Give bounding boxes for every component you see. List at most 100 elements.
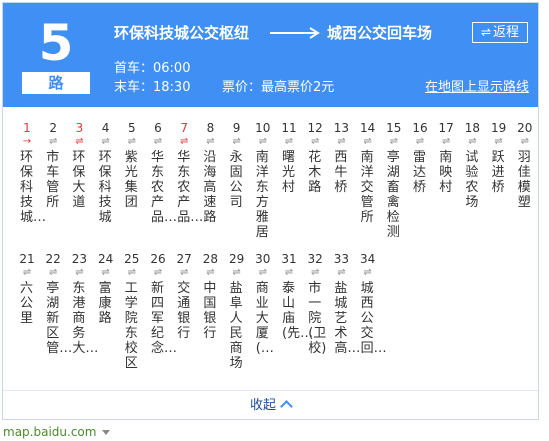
bidirectional-arrow-icon: ⇌ [153,267,163,278]
bus-stop-item[interactable]: 3 ⇌ 环保大道 [66,120,92,210]
stop-number: 18 [464,121,481,135]
stop-number: 6 [154,121,162,135]
bidirectional-arrow-icon: ⇌ [310,267,320,278]
bus-stop-item[interactable]: 32 ⇌ 市一院(卫校) [302,251,328,356]
stop-name: 盐阜人民商场 [229,281,243,371]
stop-name: 华东农产品… [151,150,178,225]
bus-stop-item[interactable]: 19 ⇌ 跃进桥 [486,120,512,195]
bus-stop-item[interactable]: 33 ⇌ 盐城艺术高… [328,251,361,356]
collapse-button[interactable]: 收起 [3,397,538,415]
stop-name: 花木路 [308,150,322,195]
bus-stop-item[interactable]: 2 ⇌ 市车管所 [40,120,66,210]
reverse-direction-button[interactable]: ⇌ 返程 [472,22,528,43]
stop-name: 紫光集团 [124,150,138,210]
bidirectional-arrow-icon: ⇌ [468,136,477,147]
stop-number: 31 [281,252,297,266]
bidirectional-arrow-icon: ⇌ [310,136,320,147]
bus-stop-item[interactable]: 1 → 环保科技城… [14,120,47,225]
stop-name: 跃进桥 [491,150,505,195]
bus-stop-item[interactable]: 11 ⇌ 曙光村 [276,120,302,195]
stop-name: 城西公交回… [360,281,387,356]
stop-name: 商业大厦(… [255,281,274,356]
bidirectional-arrow-icon: ⇌ [206,136,215,147]
bidirectional-arrow-icon: ⇌ [284,267,294,278]
stop-number: 14 [359,121,376,135]
stop-number: 19 [490,121,507,135]
bus-stop-item[interactable]: 22 ⇌ 亭湖新区管… [40,251,73,356]
bus-stop-item[interactable]: 12 ⇌ 花木路 [302,120,328,195]
bidirectional-arrow-icon: ⇌ [494,136,503,147]
stop-number: 32 [307,252,323,266]
bidirectional-arrow-icon: ⇌ [127,136,136,147]
stop-name: 东港商务大… [72,281,99,356]
bidirectional-arrow-icon: ⇌ [206,267,215,278]
stop-number: 20 [517,121,533,135]
bus-stop-item[interactable]: 20 ⇌ 羽佳模塑 [512,120,538,210]
bus-stop-item[interactable]: 5 ⇌ 紫光集团 [119,120,145,210]
bidirectional-arrow-icon: ⇌ [48,267,58,278]
bus-stop-item[interactable]: 16 ⇌ 雷达桥 [407,120,433,195]
stop-number: 29 [228,252,245,266]
bus-stop-item[interactable]: 31 ⇌ 泰山庙(先… [276,251,314,341]
bidirectional-arrow-icon: ⇌ [48,136,58,147]
footer: 收起 [3,390,538,421]
stop-name: 永固公司 [229,150,243,210]
show-on-map-link[interactable]: 在地图上显示路线 [425,79,529,97]
bus-stop-item[interactable]: 25 ⇌ 工学院东校区 [119,251,145,371]
bidirectional-arrow-icon: ⇌ [75,136,84,147]
bus-stop-item[interactable]: 15 ⇌ 亭湖畜禽检测 [381,120,407,240]
bus-stop-item[interactable]: 10 ⇌ 南洋东方雅居 [250,120,276,240]
stop-name: 亭湖畜禽检测 [386,150,400,240]
bus-stop-item[interactable]: 29 ⇌ 盐阜人民商场 [224,251,250,371]
source-link[interactable]: map.baidu.com [3,424,111,440]
stop-name: 环保大道 [72,150,86,210]
fare-info: 票价：最高票价2元 [222,80,335,95]
route-destination: 城西公交回车场 [327,24,433,42]
stop-number: 28 [202,252,219,266]
direction-arrow-icon: → [22,136,32,147]
collapse-label: 收起 [249,398,276,413]
bus-stop-item[interactable]: 4 ⇌ 环保科技城 [93,120,119,225]
stop-name: 南洋东方雅居 [255,150,269,240]
bus-stop-item[interactable]: 21 ⇌ 六公里 [14,251,40,326]
bus-stop-item[interactable]: 9 ⇌ 永固公司 [224,120,250,210]
bus-stop-item[interactable]: 23 ⇌ 东港商务大… [66,251,99,356]
bus-stop-item[interactable]: 8 ⇌ 沿海高速路 [197,120,223,225]
bus-stop-item[interactable]: 26 ⇌ 新四军纪念… [145,251,177,356]
line-header: 5 路 环保科技城公交枢纽 城西公交回车场 ⇌ 返程 首车：06:00 末车：18… [3,3,538,107]
bidirectional-arrow-icon: ⇌ [101,136,110,147]
bidirectional-arrow-icon: ⇌ [520,136,529,147]
first-bus-time: 首车：06:00 [114,61,191,76]
line-suffix: 路 [22,72,90,94]
stop-list: 1 → 环保科技城… 2 ⇌ 市车管所 3 ⇌ 环保大道 4 ⇌ 环保科技城 5 ⇌ 紫光集团 6 ⇌ 华东农产品… [3,107,538,390]
stop-name: 中国银行 [203,281,217,341]
bus-stop-item[interactable]: 28 ⇌ 中国银行 [197,251,223,341]
bus-stop-item[interactable]: 6 ⇌ 华东农产品… [145,120,178,225]
stop-number: 7 [180,121,188,135]
bidirectional-arrow-icon: ⇌ [337,267,346,278]
bus-stop-item[interactable]: 34 ⇌ 城西公交回… [355,251,387,356]
bus-stop-item[interactable]: 17 ⇌ 南映村 [433,120,459,195]
bus-stop-item[interactable]: 14 ⇌ 南洋交管所 [355,120,381,225]
stop-name: 泰山庙(先… [282,281,314,341]
stop-name: 环保科技城… [20,150,47,225]
source-label: map.baidu.com [3,425,97,439]
stop-name: 华东农产品… [177,150,204,225]
bidirectional-arrow-icon: ⇌ [363,267,372,278]
bidirectional-arrow-icon: ⇌ [258,267,267,278]
stop-name: 环保科技城 [98,150,112,225]
stop-number: 12 [307,121,323,135]
bidirectional-arrow-icon: ⇌ [284,136,294,147]
bidirectional-arrow-icon: ⇌ [232,267,241,278]
stop-name: 西牛桥 [334,150,348,195]
bus-stop-item[interactable]: 27 ⇌ 交通银行 [171,251,197,341]
bus-stop-item[interactable]: 18 ⇌ 试验农场 [459,120,485,210]
stop-name: 雷达桥 [413,150,427,195]
bus-stop-item[interactable]: 24 ⇌ 富康路 [93,251,119,326]
route-arrow-icon [270,27,320,39]
bus-stop-item[interactable]: 13 ⇌ 西牛桥 [328,120,354,195]
stop-number: 2 [49,121,57,135]
stop-name: 六公里 [20,281,34,326]
bus-stop-item[interactable]: 7 ⇌ 华东农产品… [171,120,204,225]
bus-stop-item[interactable]: 30 ⇌ 商业大厦(… [250,251,276,356]
